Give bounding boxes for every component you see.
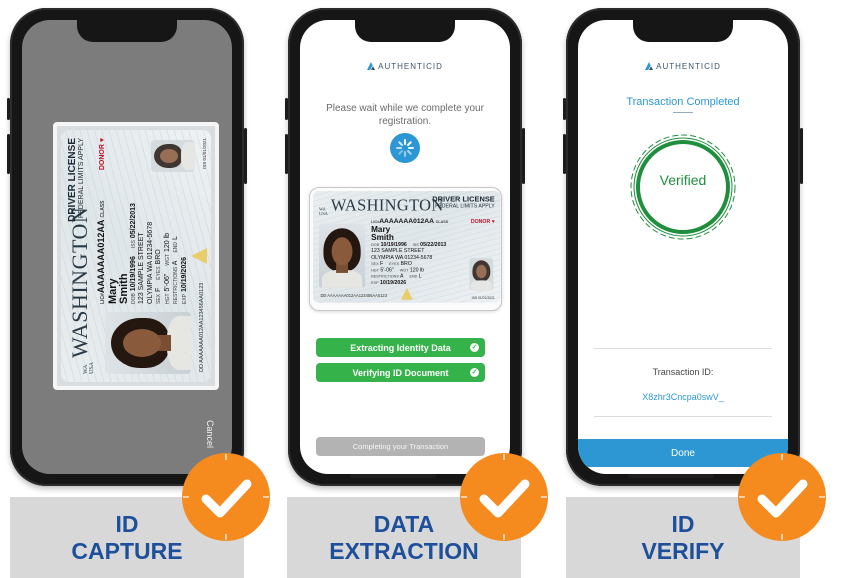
id-doc-type: DRIVER LICENSE FEDERAL LIMITS APPLY bbox=[67, 138, 85, 222]
phone-notch bbox=[77, 20, 177, 42]
divider bbox=[594, 416, 772, 417]
step-verifying-id-document: Verifying ID Document ✓ bbox=[316, 363, 485, 382]
authenticid-logo-icon bbox=[367, 62, 376, 70]
divider bbox=[594, 348, 772, 349]
checkmark-badge-icon bbox=[182, 453, 270, 541]
phone-notch bbox=[355, 20, 455, 42]
transaction-title: Transaction Completed bbox=[626, 96, 740, 108]
phone-side-button bbox=[7, 98, 10, 120]
id-state: WASHINGTON bbox=[67, 206, 92, 358]
step-extracting-identity-data: Extracting Identity Data ✓ bbox=[316, 338, 485, 357]
capture-frame: WA USA WASHINGTON DRIVER LICENSE FEDERAL L… bbox=[53, 122, 219, 390]
phone-notch bbox=[633, 20, 733, 42]
id-ghost-photo bbox=[151, 140, 195, 172]
phone-verify: AUTHENTICID Transaction Completed Verifi… bbox=[563, 8, 803, 486]
phone-capture: WA USA WASHINGTON DRIVER LICENSE FEDERAL L… bbox=[7, 8, 247, 486]
verified-status: Verified bbox=[659, 172, 707, 188]
checkmark-badge-icon bbox=[460, 453, 548, 541]
extraction-screen: AUTHENTICID Please wait while we complet… bbox=[300, 20, 510, 474]
authenticid-logo-icon bbox=[645, 62, 654, 70]
transaction-id-value: X8zhr3Cncpa0swV_ bbox=[642, 392, 724, 402]
id-photo bbox=[105, 312, 191, 374]
verify-screen: AUTHENTICID Transaction Completed Verifi… bbox=[578, 20, 788, 474]
home-indicator bbox=[350, 474, 436, 478]
wait-message: Please wait while we complete your regis… bbox=[326, 103, 484, 127]
loading-spinner-icon bbox=[390, 133, 420, 163]
id-card: WA USA WASHINGTON DRIVER LICENSE FEDERAL L… bbox=[313, 191, 501, 303]
phone-side-button bbox=[244, 128, 247, 184]
brand-logo: AUTHENTICID bbox=[578, 62, 788, 71]
cancel-link[interactable]: Cancel bbox=[205, 420, 215, 448]
phone-extraction: AUTHENTICID Please wait while we complet… bbox=[285, 8, 525, 486]
transaction-id-label: Transaction ID: bbox=[652, 367, 714, 377]
checkmark-badge-icon bbox=[738, 453, 826, 541]
title-underline bbox=[673, 112, 693, 113]
stage: WA USA WASHINGTON DRIVER LICENSE FEDERAL L… bbox=[0, 0, 843, 578]
check-icon: ✓ bbox=[470, 343, 479, 352]
id-card-rotated: WA USA WASHINGTON DRIVER LICENSE FEDERAL L… bbox=[61, 130, 211, 382]
home-indicator bbox=[628, 474, 714, 478]
capture-screen: WA USA WASHINGTON DRIVER LICENSE FEDERAL L… bbox=[22, 20, 232, 474]
phone-side-button bbox=[7, 134, 10, 174]
check-icon: ✓ bbox=[470, 368, 479, 377]
brand-logo: AUTHENTICID bbox=[300, 62, 510, 71]
id-preview-card: WA USA WASHINGTON DRIVER LICENSE FEDERAL L… bbox=[309, 187, 502, 311]
